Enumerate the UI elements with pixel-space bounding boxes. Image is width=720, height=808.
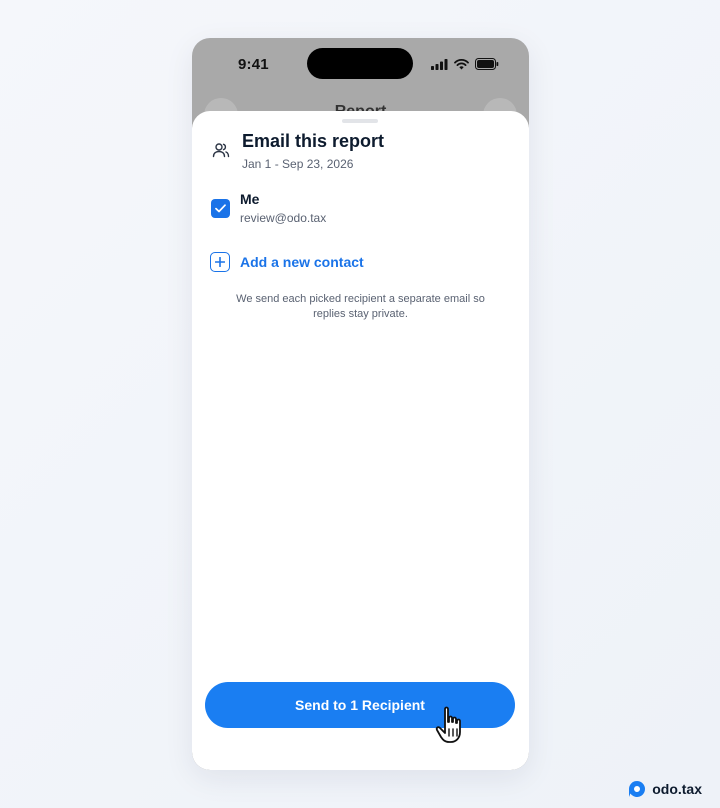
recipient-checkbox[interactable] bbox=[211, 199, 230, 218]
odo-logo-icon bbox=[629, 781, 646, 797]
add-contact-button[interactable]: Add a new contact bbox=[210, 251, 364, 273]
phone-frame: 9:41 ‹ Report bbox=[192, 38, 529, 770]
battery-icon bbox=[475, 58, 499, 70]
recipient-email: review@odo.tax bbox=[240, 211, 327, 225]
people-icon bbox=[212, 143, 230, 158]
recipient-me[interactable]: Me review@odo.tax bbox=[210, 191, 510, 231]
email-report-sheet: Email this report Jan 1 - Sep 23, 2026 M… bbox=[192, 111, 529, 770]
hand-pointer-cursor-icon bbox=[435, 706, 461, 743]
plus-icon bbox=[210, 252, 230, 272]
status-bar: 9:41 bbox=[192, 38, 529, 98]
dynamic-island bbox=[307, 48, 413, 79]
signal-icon bbox=[431, 58, 448, 70]
sheet-grabber[interactable] bbox=[342, 119, 378, 123]
recipient-name: Me bbox=[240, 191, 260, 207]
wifi-icon bbox=[454, 58, 469, 69]
brand-logo: odo.tax bbox=[628, 780, 702, 798]
sheet-title: Email this report bbox=[242, 131, 385, 151]
brand-name: odo.tax bbox=[652, 781, 702, 797]
status-time: 9:41 bbox=[238, 56, 269, 73]
date-range: Jan 1 - Sep 23, 2026 bbox=[242, 157, 354, 171]
privacy-note: We send each picked recipient a separate… bbox=[236, 293, 485, 320]
add-contact-label: Add a new contact bbox=[240, 254, 364, 270]
checkmark-icon bbox=[215, 204, 226, 213]
status-icons bbox=[431, 58, 499, 70]
